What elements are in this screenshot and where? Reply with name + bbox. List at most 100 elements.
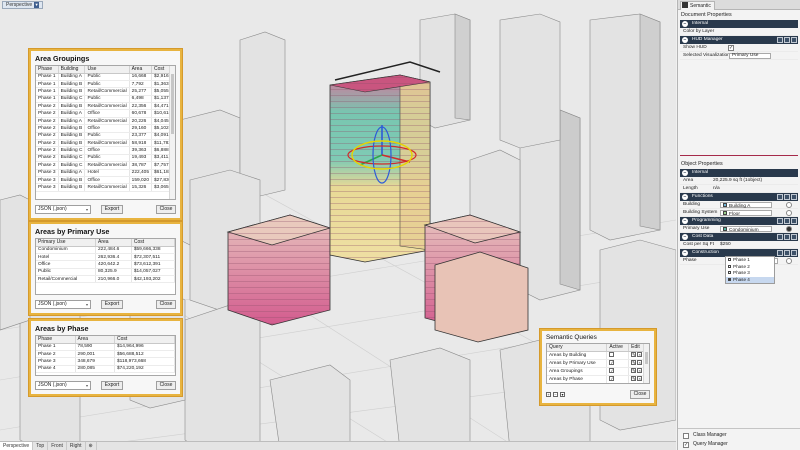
column-header[interactable]: Primary Use: [36, 239, 96, 247]
table-row[interactable]: Retail/Commercial 210,966.0 $42,193,202: [36, 275, 175, 284]
table-scrollbar[interactable]: [169, 66, 175, 199]
query-active-checkbox[interactable]: ✓: [609, 360, 615, 366]
queries-scrollbar[interactable]: [643, 344, 649, 383]
collapse-icon[interactable]: −: [682, 21, 688, 27]
export-format-select[interactable]: JSON (.json) ▾: [35, 205, 91, 214]
add-query-icon[interactable]: +: [546, 392, 551, 397]
tab-semantic[interactable]: Semantic: [680, 1, 715, 10]
table-row[interactable]: Phase 2 Building C Office 39,363 $6,888,541: [36, 146, 175, 155]
table-row[interactable]: Phase 4 280,085 $74,220,192: [36, 365, 175, 374]
column-header[interactable]: Area: [95, 239, 132, 247]
export-format-select[interactable]: JSON (.json) ▾: [35, 381, 91, 390]
building-select[interactable]: Building A: [720, 202, 772, 209]
table-row[interactable]: Phase 2 Building B Retail/Commercial 58,918…: [36, 139, 175, 148]
close-button[interactable]: Close: [156, 205, 176, 214]
restore-icon[interactable]: [784, 250, 790, 256]
tab-top[interactable]: Top: [33, 442, 49, 450]
delete-query-icon[interactable]: ×: [637, 352, 643, 358]
restore-icon[interactable]: [784, 194, 790, 200]
cost-per-sqft-value[interactable]: $250: [720, 242, 731, 248]
primary-use-select[interactable]: Condominium: [720, 226, 772, 233]
collapse-icon[interactable]: −: [682, 37, 688, 43]
building-system-select[interactable]: Floor: [720, 210, 772, 217]
tab-front[interactable]: Front: [48, 442, 67, 450]
collapse-icon[interactable]: −: [682, 250, 688, 256]
move-down-icon[interactable]: ▾: [560, 392, 565, 397]
edit-query-icon[interactable]: ✎: [631, 352, 637, 358]
export-button[interactable]: Export: [101, 205, 123, 214]
tab-right[interactable]: Right: [67, 442, 86, 450]
class-manager-toggle[interactable]: Class Manager: [683, 432, 727, 440]
phase-option[interactable]: Phase 4: [726, 276, 774, 283]
show-hud-checkbox[interactable]: ✓: [728, 45, 734, 51]
restore-icon[interactable]: [784, 37, 790, 43]
close-icon[interactable]: [791, 37, 797, 43]
export-button[interactable]: Export: [101, 300, 123, 309]
table-row[interactable]: Phase 1 Building B Public 7,792 $1,363,663: [36, 80, 175, 89]
edit-query-icon[interactable]: ✎: [631, 376, 637, 382]
minimize-icon[interactable]: [777, 250, 783, 256]
table-row[interactable]: Condominium 222,484.6 $59,666,338: [36, 246, 175, 254]
column-header[interactable]: Area: [129, 66, 153, 74]
table-row[interactable]: Phase 3 348,679 $118,973,668: [36, 357, 175, 366]
phase-dropdown-list[interactable]: Phase 1 Phase 2 Phase 3 Phase 4: [725, 256, 775, 284]
column-header[interactable]: Phase: [36, 336, 76, 344]
phase-radio[interactable]: [786, 258, 792, 264]
table-row[interactable]: Phase 1 78,590 $14,964,996: [36, 343, 175, 351]
table-row[interactable]: Phase 3Building AHotel222,405$61,183,278: [36, 169, 175, 177]
close-icon[interactable]: [791, 194, 797, 200]
restore-icon[interactable]: [784, 218, 790, 224]
building-a-tower[interactable]: [329, 61, 441, 263]
close-icon[interactable]: [791, 250, 797, 256]
minimize-icon[interactable]: [777, 218, 783, 224]
group-cost-data[interactable]: − Cost Data: [680, 233, 798, 241]
column-header[interactable]: Cost: [131, 239, 175, 247]
table-row[interactable]: Phase 3Building BOffice159,020$27,830,22…: [36, 176, 175, 185]
group-programming[interactable]: − Programming: [680, 217, 798, 225]
add-viewport-tab-icon[interactable]: ⊕: [86, 442, 97, 450]
export-button[interactable]: Export: [101, 381, 123, 390]
query-row[interactable]: Area Groupings ✓ ✎ ×: [547, 367, 649, 376]
table-row[interactable]: Phase 3 Building B Retail/Commercial 15,326…: [36, 183, 175, 192]
column-header[interactable]: Use: [84, 66, 130, 74]
table-row[interactable]: Phase 2 Building B Office 29,160 $5,102,960: [36, 124, 175, 133]
query-active-checkbox[interactable]: ✓: [609, 368, 615, 374]
column-header[interactable]: Building: [58, 66, 86, 74]
collapse-icon[interactable]: −: [682, 234, 688, 240]
class-manager-checkbox[interactable]: [683, 432, 689, 439]
table-row[interactable]: Phase 2 Building A Retail/Commercial 20,226…: [36, 117, 175, 126]
table-row[interactable]: Phase 2 Building B Retail/Commercial 22,356…: [36, 102, 175, 111]
column-header[interactable]: Active: [606, 344, 630, 352]
table-row[interactable]: Office 420,642.2 $73,612,391: [36, 260, 175, 269]
delete-query-icon[interactable]: ×: [637, 376, 643, 382]
column-header[interactable]: Cost: [114, 336, 175, 344]
group-internal[interactable]: − Internal: [680, 20, 798, 28]
column-header[interactable]: Area: [75, 336, 115, 344]
table-row[interactable]: Phase 2 Building C Retail/Commercial 38,787…: [36, 161, 175, 170]
edit-query-icon[interactable]: ✎: [631, 360, 637, 366]
table-row[interactable]: Phase 1 Building B Retail/Commercial 25,277…: [36, 87, 175, 96]
building-radio[interactable]: [786, 202, 792, 208]
group-hud-manager[interactable]: − HUD Manager: [680, 36, 798, 44]
table-row[interactable]: Public 80,325.9 $14,057,027: [36, 268, 175, 277]
collapse-icon[interactable]: −: [682, 194, 688, 200]
building-b-podium[interactable]: [423, 214, 529, 343]
viewport-menu-arrow-icon[interactable]: ▼: [34, 2, 40, 8]
column-header[interactable]: Phase: [36, 66, 59, 74]
close-button[interactable]: Close: [156, 300, 176, 309]
collapse-icon[interactable]: −: [682, 170, 688, 176]
edit-query-icon[interactable]: ✎: [631, 368, 637, 374]
areas-by-phase-table[interactable]: Phase Area Cost Phase 1 78,590 $14,964,996 Pha…: [35, 335, 176, 376]
building-c-podium[interactable]: [226, 214, 332, 326]
query-manager-toggle[interactable]: ✓ Query Manager: [683, 441, 728, 449]
minimize-icon[interactable]: [777, 234, 783, 240]
column-header[interactable]: Query: [547, 344, 608, 352]
collapse-icon[interactable]: −: [682, 218, 688, 224]
query-row[interactable]: Areas by Phase ✓ ✎ ×: [547, 375, 649, 383]
areas-by-use-table[interactable]: Primary Use Area Cost Condominium 222,484.6 $…: [35, 238, 176, 295]
query-active-checkbox[interactable]: ✓: [609, 376, 615, 382]
visualization-select[interactable]: Primary Use: [729, 53, 771, 59]
delete-query-icon[interactable]: ×: [637, 360, 643, 366]
delete-query-icon[interactable]: ×: [637, 368, 643, 374]
viewport-tab-perspective[interactable]: Perspective ▼: [2, 1, 44, 9]
